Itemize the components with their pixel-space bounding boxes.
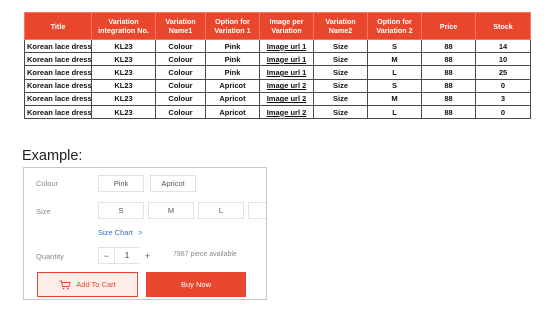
cell-option2: L: [367, 65, 422, 80]
cell-title: Korean lace dress: [24, 104, 92, 120]
cell-price: 88: [421, 38, 476, 54]
header-image-per-variation: Image per Variation: [259, 12, 314, 40]
cell-variation-name2: Size: [313, 104, 368, 120]
cell-option1: Pink: [205, 65, 260, 80]
table-row: Korean lace dress KL23 Colour Apricot Im…: [24, 91, 531, 106]
cell-title: Korean lace dress: [24, 38, 92, 54]
cell-title: Korean lace dress: [24, 78, 92, 93]
table-row: Korean lace dress KL23 Colour Pink Image…: [24, 65, 531, 80]
table-row: Korean lace dress KL23 Colour Apricot Im…: [24, 78, 531, 93]
quantity-increment-button[interactable]: +: [139, 247, 156, 264]
cell-option1: Apricot: [205, 104, 260, 120]
add-to-cart-button[interactable]: Add To Cart: [37, 272, 138, 297]
cell-option2: M: [367, 91, 422, 106]
cell-option2: S: [367, 38, 422, 54]
table-row: Korean lace dress KL23 Colour Apricot Im…: [24, 104, 531, 120]
cell-stock: 14: [475, 38, 531, 54]
size-label: Size: [36, 207, 51, 216]
cell-image-url: Image url 1: [259, 38, 314, 54]
header-option-variation-1: Option for Variation 1: [205, 12, 260, 40]
cell-stock: 10: [475, 52, 531, 67]
cell-integration-no: KL23: [91, 38, 156, 54]
cell-integration-no: KL23: [91, 91, 156, 106]
header-variation-name1: Variation Name1: [155, 12, 206, 40]
cell-option2: M: [367, 52, 422, 67]
table-row: Korean lace dress KL23 Colour Pink Image…: [24, 38, 531, 54]
cell-stock: 0: [475, 104, 531, 120]
quantity-decrement-button[interactable]: −: [98, 247, 115, 264]
header-stock: Stock: [475, 12, 531, 40]
cell-integration-no: KL23: [91, 104, 156, 120]
product-variation-card: Colour Pink Apricot Size S M L Size Char…: [23, 167, 267, 300]
cell-integration-no: KL23: [91, 78, 156, 93]
cell-option1: Pink: [205, 52, 260, 67]
cell-title: Korean lace dress: [24, 91, 92, 106]
cell-variation-name1: Colour: [155, 78, 206, 93]
chevron-right-icon: >: [138, 228, 143, 237]
header-variation-name2: Variation Name2: [313, 12, 368, 40]
size-option-s[interactable]: S: [98, 202, 144, 219]
cell-option1: Apricot: [205, 91, 260, 106]
cell-variation-name2: Size: [313, 78, 368, 93]
cell-variation-name2: Size: [313, 65, 368, 80]
cell-variation-name2: Size: [313, 91, 368, 106]
cell-title: Korean lace dress: [24, 52, 92, 67]
cell-title: Korean lace dress: [24, 65, 92, 80]
header-option-variation-2: Option for Variation 2: [367, 12, 422, 40]
cell-variation-name1: Colour: [155, 65, 206, 80]
colour-option-pink[interactable]: Pink: [98, 175, 144, 192]
cell-image-url[interactable]: Image url 2: [259, 104, 314, 120]
cell-image-url: Image url 1: [259, 52, 314, 67]
buy-now-button[interactable]: Buy Now: [146, 272, 246, 297]
cell-variation-name2: Size: [313, 52, 368, 67]
quantity-label: Quantity: [36, 252, 64, 261]
cell-variation-name1: Colour: [155, 38, 206, 54]
table-row: Korean lace dress KL23 Colour Pink Image…: [24, 52, 531, 67]
header-title: Title: [24, 12, 92, 40]
size-option-m[interactable]: M: [148, 202, 194, 219]
size-chart-link[interactable]: Size Chart >: [98, 228, 143, 237]
header-variation-integration-no: Variation integration No.: [91, 12, 156, 40]
size-chart-label: Size Chart: [98, 228, 134, 237]
cell-price: 88: [421, 52, 476, 67]
colour-label: Colour: [36, 179, 59, 188]
variation-table: Title Variation integration No. Variatio…: [24, 12, 531, 120]
cell-variation-name2: Size: [313, 38, 368, 54]
size-option-partial: [248, 202, 266, 219]
stock-available-text: 7987 piece available: [173, 251, 237, 258]
cell-stock: 25: [475, 65, 531, 80]
cell-option1: Pink: [205, 38, 260, 54]
cell-price: 88: [421, 65, 476, 80]
cell-integration-no: KL23: [91, 65, 156, 80]
cell-image-url[interactable]: Image url 2: [259, 78, 314, 93]
cell-option1: Apricot: [205, 78, 260, 93]
cell-price: 88: [421, 78, 476, 93]
size-option-l[interactable]: L: [198, 202, 244, 219]
cell-image-url[interactable]: Image url 2: [259, 91, 314, 106]
cell-integration-no: KL23: [91, 52, 156, 67]
cell-option2: S: [367, 78, 422, 93]
cell-stock: 0: [475, 78, 531, 93]
table-header-row: Title Variation integration No. Variatio…: [24, 12, 531, 40]
cell-price: 88: [421, 104, 476, 120]
example-label: Example:: [22, 148, 83, 164]
colour-option-apricot[interactable]: Apricot: [150, 175, 196, 192]
cell-variation-name1: Colour: [155, 91, 206, 106]
cell-image-url: Image url 1: [259, 65, 314, 80]
quantity-value[interactable]: 1: [115, 247, 139, 264]
header-price: Price: [421, 12, 476, 40]
cart-icon: [59, 280, 72, 290]
cell-variation-name1: Colour: [155, 104, 206, 120]
cell-option2: L: [367, 104, 422, 120]
cell-variation-name1: Colour: [155, 52, 206, 67]
cell-price: 88: [421, 91, 476, 106]
cell-stock: 3: [475, 91, 531, 106]
add-to-cart-label: Add To Cart: [76, 280, 116, 289]
